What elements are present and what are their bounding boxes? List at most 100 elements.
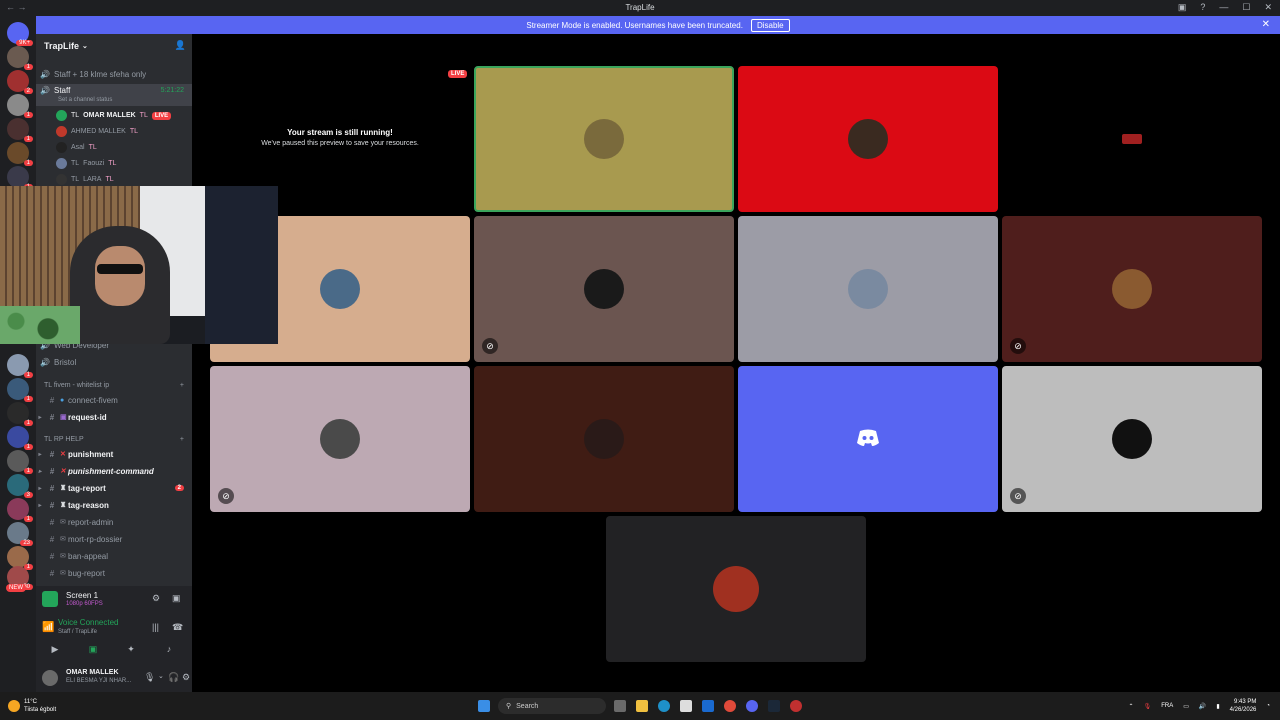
battery-icon[interactable]: ▮ <box>1216 703 1219 710</box>
participant-tile[interactable] <box>1002 66 1262 212</box>
windows-start-icon[interactable] <box>478 700 490 712</box>
maximize-button[interactable]: ☐ <box>1242 2 1250 13</box>
webcam-preview[interactable] <box>0 186 278 344</box>
server-icon[interactable]: 1 <box>7 166 33 190</box>
channel-status[interactable]: Set a channel status <box>58 97 112 103</box>
app-icon[interactable] <box>790 700 802 712</box>
steam-icon[interactable] <box>768 700 780 712</box>
server-icon[interactable]: 1 <box>7 402 33 426</box>
notifications-icon[interactable]: ◔ <box>1266 703 1270 709</box>
category-header[interactable]: TL fivem - whitelist ip + <box>36 378 192 392</box>
server-icon[interactable]: 1 <box>7 450 33 474</box>
text-channel[interactable]: # ✉ mort-rp-dossier <box>36 531 192 547</box>
voice-channel-staff[interactable]: 🔊 Staff 5:21:22 Set a channel status <box>36 84 192 106</box>
voice-channel[interactable]: 🔊 Bristol <box>36 355 192 370</box>
participant-tile[interactable] <box>738 366 998 512</box>
server-icon[interactable]: 2 <box>7 70 33 94</box>
text-channel[interactable]: # ✉ bug-report <box>36 565 192 581</box>
close-window-button[interactable]: ✕ <box>1264 2 1272 13</box>
server-icon[interactable]: 1 <box>7 142 33 166</box>
participant-tile[interactable] <box>606 516 866 662</box>
server-icon[interactable]: 23 <box>7 522 33 546</box>
avatar[interactable] <box>42 670 58 686</box>
server-header[interactable]: TrapLife ⌄ 👤 <box>36 34 192 58</box>
voice-user[interactable]: TL LARA TL <box>56 172 114 187</box>
server-icon[interactable]: 1 <box>7 46 33 70</box>
server-icon[interactable]: 1 <box>7 94 33 118</box>
text-channel[interactable]: # ✉ report-admin <box>36 514 192 530</box>
server-icon[interactable]: 1 <box>7 354 33 378</box>
file-explorer-icon[interactable] <box>636 700 648 712</box>
server-icon[interactable]: 1 <box>7 546 33 570</box>
chrome-icon[interactable] <box>724 700 736 712</box>
participant-tile[interactable] <box>738 216 998 362</box>
text-channel[interactable]: # ✉ ban-appeal <box>36 548 192 564</box>
participant-tile[interactable] <box>474 66 734 212</box>
weather-widget[interactable]: 11°C Tiista égbolt <box>24 698 56 714</box>
participant-tile[interactable]: ⊘ <box>210 366 470 512</box>
stop-stream-icon[interactable]: ▣ <box>172 593 181 604</box>
participant-tile[interactable]: ⊘ <box>474 216 734 362</box>
home-button[interactable]: 9K+ <box>7 22 33 46</box>
mic-icon[interactable]: 🎙 <box>1144 703 1152 710</box>
channel-label: connect-fivem <box>68 395 118 405</box>
signal-icon[interactable]: 📶 <box>42 622 54 633</box>
inbox-icon[interactable]: ▣ <box>1178 2 1187 13</box>
participant-tile[interactable]: ⊘ <box>1002 366 1262 512</box>
help-icon[interactable]: ? <box>1200 2 1205 13</box>
chevron-up-icon[interactable]: ⌃ <box>1129 703 1134 710</box>
voice-location[interactable]: Staff / TrapLife <box>58 629 97 635</box>
category-header[interactable]: TL RP HELP + <box>36 432 192 446</box>
voice-user[interactable]: AHMED MALLEK TL <box>56 124 138 139</box>
participant-tile[interactable] <box>474 366 734 512</box>
add-member-icon[interactable]: 👤 <box>175 40 186 51</box>
voice-user[interactable]: TL OMAR MALLEK TL LIVE <box>56 108 172 123</box>
text-channel[interactable]: ▸ # ✕ punishment-command <box>36 463 192 479</box>
chevron-down-icon[interactable]: ⌄ <box>158 672 164 680</box>
participant-tile[interactable]: ⊘ <box>1002 216 1262 362</box>
network-icon[interactable]: ▭ <box>1183 703 1189 710</box>
text-channel[interactable]: ▸ # ✕ punishment <box>36 446 192 462</box>
headphones-icon[interactable]: 🎧 <box>168 672 179 683</box>
minimize-button[interactable]: — <box>1219 2 1228 13</box>
text-channel[interactable]: ▸ # ♜ tag-report 2 <box>36 480 192 496</box>
settings-icon[interactable]: ⚙ <box>182 672 190 683</box>
camera-icon[interactable]: ▶ <box>36 644 74 655</box>
weather-icon[interactable] <box>8 700 20 712</box>
discord-icon[interactable] <box>746 700 758 712</box>
text-channel[interactable]: ▸ # ▣ request-id <box>36 409 192 425</box>
store-icon[interactable] <box>680 700 692 712</box>
edge-icon[interactable] <box>658 700 670 712</box>
server-icon[interactable]: 3 <box>7 474 33 498</box>
server-icon[interactable]: 1 <box>7 498 33 522</box>
noise-suppression-icon[interactable]: ||| <box>152 622 159 632</box>
server-icon[interactable]: 1 <box>7 378 33 402</box>
voice-channel[interactable]: 🔊 Staff + 18 klme sfeha only <box>36 67 192 82</box>
taskbar-search[interactable]: ⚲ Search <box>498 698 606 714</box>
text-channel[interactable]: # ● connect-fivem <box>36 392 192 408</box>
add-channel-icon[interactable]: + <box>180 436 184 443</box>
task-view-icon[interactable] <box>614 700 626 712</box>
screen-share-icon[interactable]: ▣ <box>74 644 112 655</box>
volume-icon[interactable]: 🔊 <box>1199 703 1206 710</box>
server-icon[interactable]: 1 <box>7 426 33 450</box>
voice-user[interactable]: TL Faouzi TL <box>56 156 116 171</box>
user-name[interactable]: OMAR MALLEK <box>66 669 119 676</box>
server-icon[interactable]: 1 <box>7 118 33 142</box>
mic-icon[interactable]: 🎙 <box>144 672 155 683</box>
disconnect-icon[interactable]: ☎ <box>172 622 183 633</box>
clock[interactable]: 9:43 PM 4/26/2026 <box>1230 698 1257 714</box>
add-channel-icon[interactable]: + <box>180 382 184 389</box>
voice-status[interactable]: Voice Connected <box>58 618 119 627</box>
soundboard-icon[interactable]: ♪ <box>150 644 188 654</box>
voice-user[interactable]: Asal TL 🎧 <box>56 140 201 155</box>
participant-tile[interactable] <box>738 66 998 212</box>
language-indicator[interactable]: FRA <box>1161 703 1173 709</box>
mail-icon[interactable] <box>702 700 714 712</box>
text-channel[interactable]: ▸ # ♜ tag-reason <box>36 497 192 513</box>
disable-button[interactable]: Disable <box>750 18 790 32</box>
stream-settings-icon[interactable]: ⚙ <box>152 593 160 604</box>
hash-icon: # <box>49 551 55 561</box>
activities-icon[interactable]: ✦ <box>112 644 150 655</box>
close-icon[interactable]: ✕ <box>1262 19 1270 30</box>
